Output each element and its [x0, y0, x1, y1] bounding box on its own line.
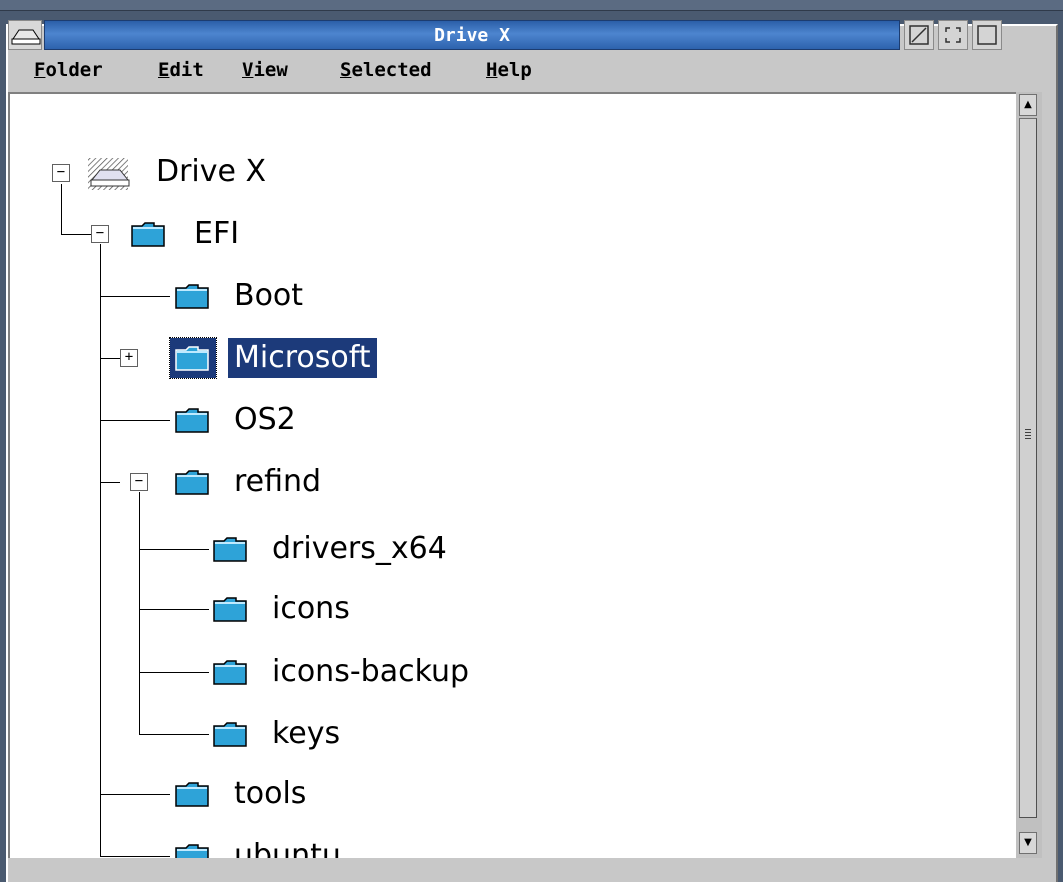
tree-node-microsoft[interactable]: Microsoft [228, 338, 377, 378]
tree-line [139, 672, 209, 673]
tree-node-boot[interactable]: Boot [228, 276, 309, 316]
tree-line [100, 420, 170, 421]
folder-icon [175, 782, 209, 807]
menu-selected[interactable]: Selected [340, 58, 432, 82]
folder-icon [175, 470, 209, 495]
restore-icon [945, 27, 961, 43]
tree-line [100, 482, 120, 483]
tree-node-icons[interactable]: icons [266, 589, 356, 629]
folder-icon [131, 222, 165, 247]
restore-button[interactable] [938, 20, 968, 50]
expand-button[interactable]: + [120, 349, 138, 367]
desktop-strip [0, 0, 1063, 11]
tree-node-tools[interactable]: tools [228, 774, 312, 814]
tree-line [100, 296, 170, 297]
drive-icon [11, 29, 41, 45]
node-label: keys [272, 716, 341, 751]
folder-icon [213, 597, 247, 622]
folder-icon [213, 537, 247, 562]
menu-edit[interactable]: Edit [158, 58, 204, 82]
tree-view[interactable]: − − + − Drive X EFI Boot Microsoft OS2 r… [8, 92, 1016, 858]
menu-help[interactable]: Help [486, 58, 532, 82]
window-title: Drive X [44, 20, 900, 50]
node-label: OS2 [234, 402, 296, 437]
scroll-thumb[interactable] [1019, 118, 1037, 818]
tree-node-keys[interactable]: keys [266, 714, 346, 754]
menu-bar: Folder Edit View Selected Help [8, 54, 1044, 86]
vertical-scrollbar[interactable]: ▲ ▼ [1016, 92, 1042, 858]
tree-line [139, 734, 209, 735]
node-label: tools [234, 776, 307, 811]
tree-node-refind[interactable]: refind [228, 462, 327, 502]
menu-folder[interactable]: Folder [34, 58, 103, 82]
node-label: icons [272, 591, 350, 626]
tree-line [61, 184, 62, 234]
tree-line [100, 244, 101, 856]
tree-line [61, 234, 91, 235]
node-label: Drive X [156, 154, 267, 189]
folder-icon [175, 346, 209, 371]
tree-node-ubuntu[interactable]: ubuntu [228, 836, 347, 858]
collapse-button[interactable]: − [52, 164, 70, 182]
tree-node-os2[interactable]: OS2 [228, 400, 302, 440]
collapse-button[interactable]: − [91, 225, 109, 243]
minimize-button[interactable] [904, 20, 934, 50]
node-label: drivers_x64 [272, 531, 447, 566]
node-label: Boot [234, 278, 304, 313]
node-label: refind [234, 464, 322, 499]
node-label: Microsoft [228, 338, 377, 378]
tree-line [139, 549, 209, 550]
scroll-down-button[interactable]: ▼ [1019, 832, 1037, 854]
tree-line [100, 358, 120, 359]
folder-icon [213, 722, 247, 747]
tree-line [139, 492, 140, 734]
menu-view[interactable]: View [242, 58, 288, 82]
drive-icon [88, 158, 130, 190]
node-label: EFI [194, 216, 240, 251]
tree-line [100, 856, 170, 857]
system-menu-button[interactable] [8, 20, 42, 50]
folder-icon [175, 844, 209, 858]
tree-line [100, 794, 170, 795]
tree-node-efi[interactable]: EFI [188, 214, 245, 254]
node-label: ubuntu [234, 838, 341, 858]
folder-icon [175, 408, 209, 433]
tree-node-icons-backup[interactable]: icons-backup [266, 652, 475, 692]
maximize-button[interactable] [972, 20, 1002, 50]
tree-node-drive-x[interactable]: Drive X [150, 152, 272, 192]
collapse-button[interactable]: − [130, 473, 148, 491]
node-label: icons-backup [272, 654, 470, 689]
maximize-icon [977, 25, 997, 45]
hide-icon [909, 25, 929, 45]
scroll-up-button[interactable]: ▲ [1019, 94, 1037, 116]
folder-icon [213, 660, 247, 685]
tree-line [139, 609, 209, 610]
tree-node-drivers-x64[interactable]: drivers_x64 [266, 529, 453, 569]
folder-icon [175, 284, 209, 309]
grip-icon [1025, 429, 1031, 441]
title-bar[interactable]: Drive X [8, 20, 1044, 50]
